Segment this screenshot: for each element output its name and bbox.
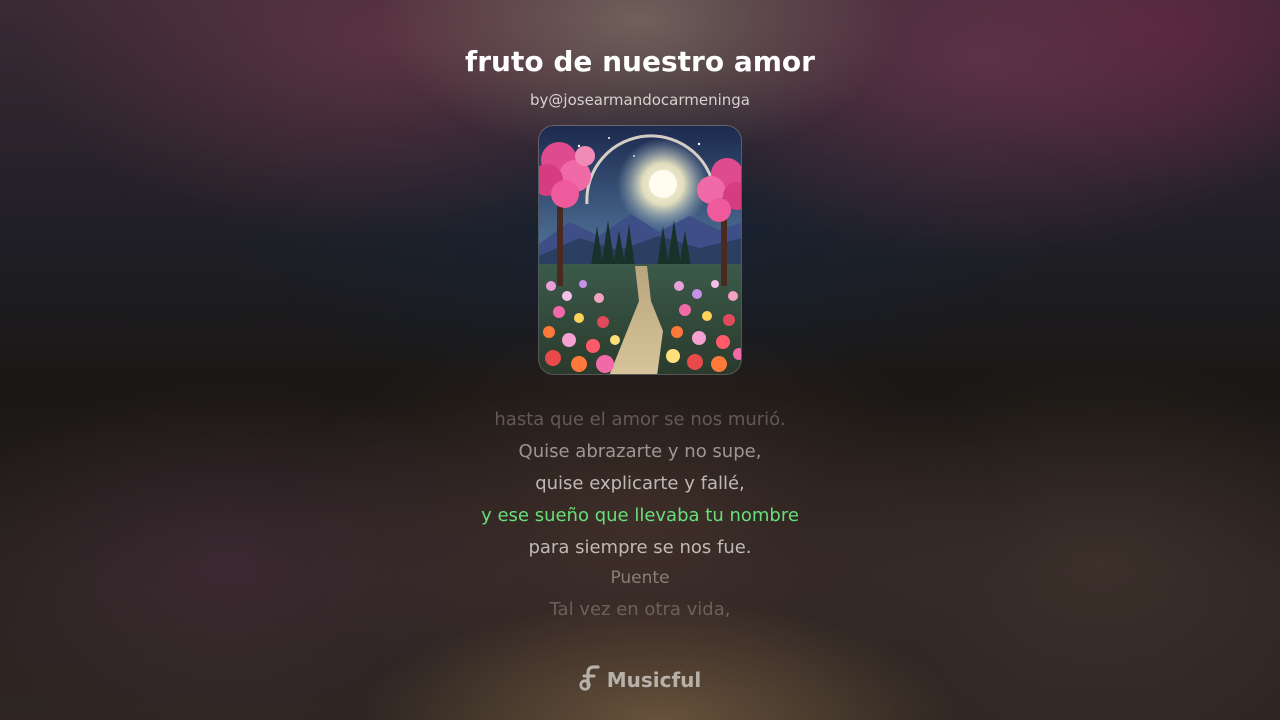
lyric-line: para siempre se nos fue.	[528, 537, 752, 558]
lyric-line: Tal vez en otra vida,	[549, 599, 731, 620]
lyric-line: hasta que el amor se nos murió.	[494, 409, 786, 430]
lyric-line: quise explicarte y fallé,	[535, 473, 745, 494]
lyric-line: Quise abrazarte y no supe,	[518, 441, 762, 462]
song-header: fruto de nuestro amor by@josearmandocarm…	[0, 40, 1280, 110]
song-title: fruto de nuestro amor	[465, 45, 815, 78]
brand-name: Musicful	[606, 668, 702, 692]
album-cover	[538, 125, 742, 375]
lyric-section-label: Puente	[610, 568, 670, 588]
brand-footer: Musicful	[0, 664, 1280, 696]
lyric-line-active: y ese sueño que llevaba tu nombre	[481, 505, 799, 526]
lyrics-panel[interactable]: hasta que el amor se nos murió. Quise ab…	[340, 404, 940, 626]
musicful-logo-icon	[579, 665, 601, 695]
artist-byline: by@josearmandocarmeninga	[530, 91, 750, 109]
